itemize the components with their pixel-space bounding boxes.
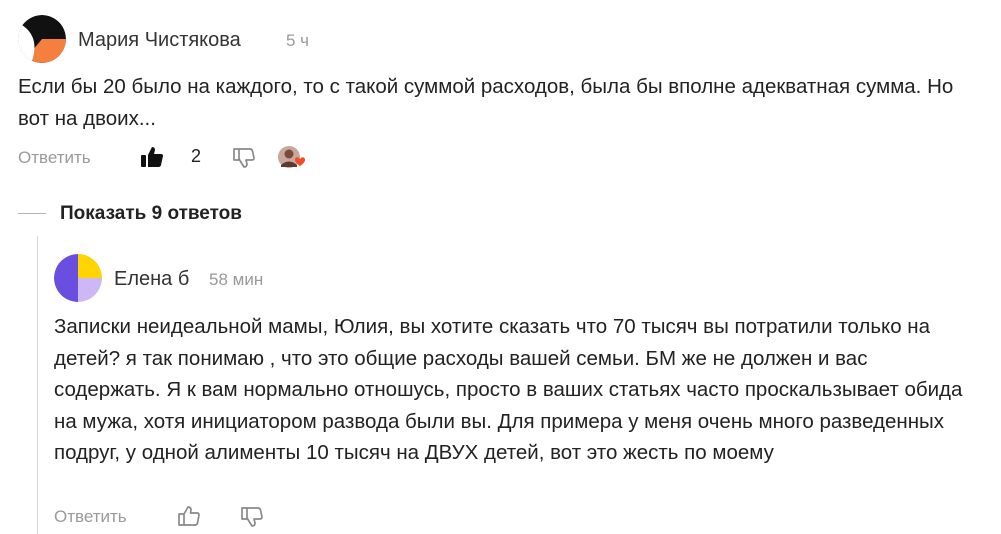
avatar-image	[54, 254, 102, 302]
reply-button[interactable]: Ответить	[18, 148, 91, 168]
reply-reply-button[interactable]: Ответить	[54, 507, 127, 527]
reply-author-name[interactable]: Елена б	[114, 268, 189, 291]
like-filled-icon[interactable]	[140, 145, 164, 169]
like-icon[interactable]	[177, 504, 201, 528]
avatar-image	[18, 15, 66, 63]
reply-author-avatar[interactable]	[54, 254, 102, 302]
like-count: 2	[191, 146, 202, 166]
reactions[interactable]	[278, 145, 308, 171]
author-avatar[interactable]	[18, 15, 66, 63]
reaction-avatar-icon	[278, 146, 306, 168]
thread-dash	[18, 213, 46, 214]
dislike-icon[interactable]	[232, 146, 256, 170]
comment-time[interactable]: 5 ч	[286, 31, 309, 51]
show-replies-button[interactable]: Показать 9 ответов	[60, 203, 242, 225]
reply-text: Записки неидеальной мамы, Юлия, вы хотит…	[54, 315, 963, 464]
reply-time[interactable]: 58 мин	[209, 270, 263, 290]
thread-line	[37, 236, 38, 534]
comment-text: Если бы 20 было на каждого, то с такой с…	[18, 75, 954, 130]
dislike-icon[interactable]	[240, 505, 264, 529]
author-name[interactable]: Мария Чистякова	[78, 29, 241, 52]
